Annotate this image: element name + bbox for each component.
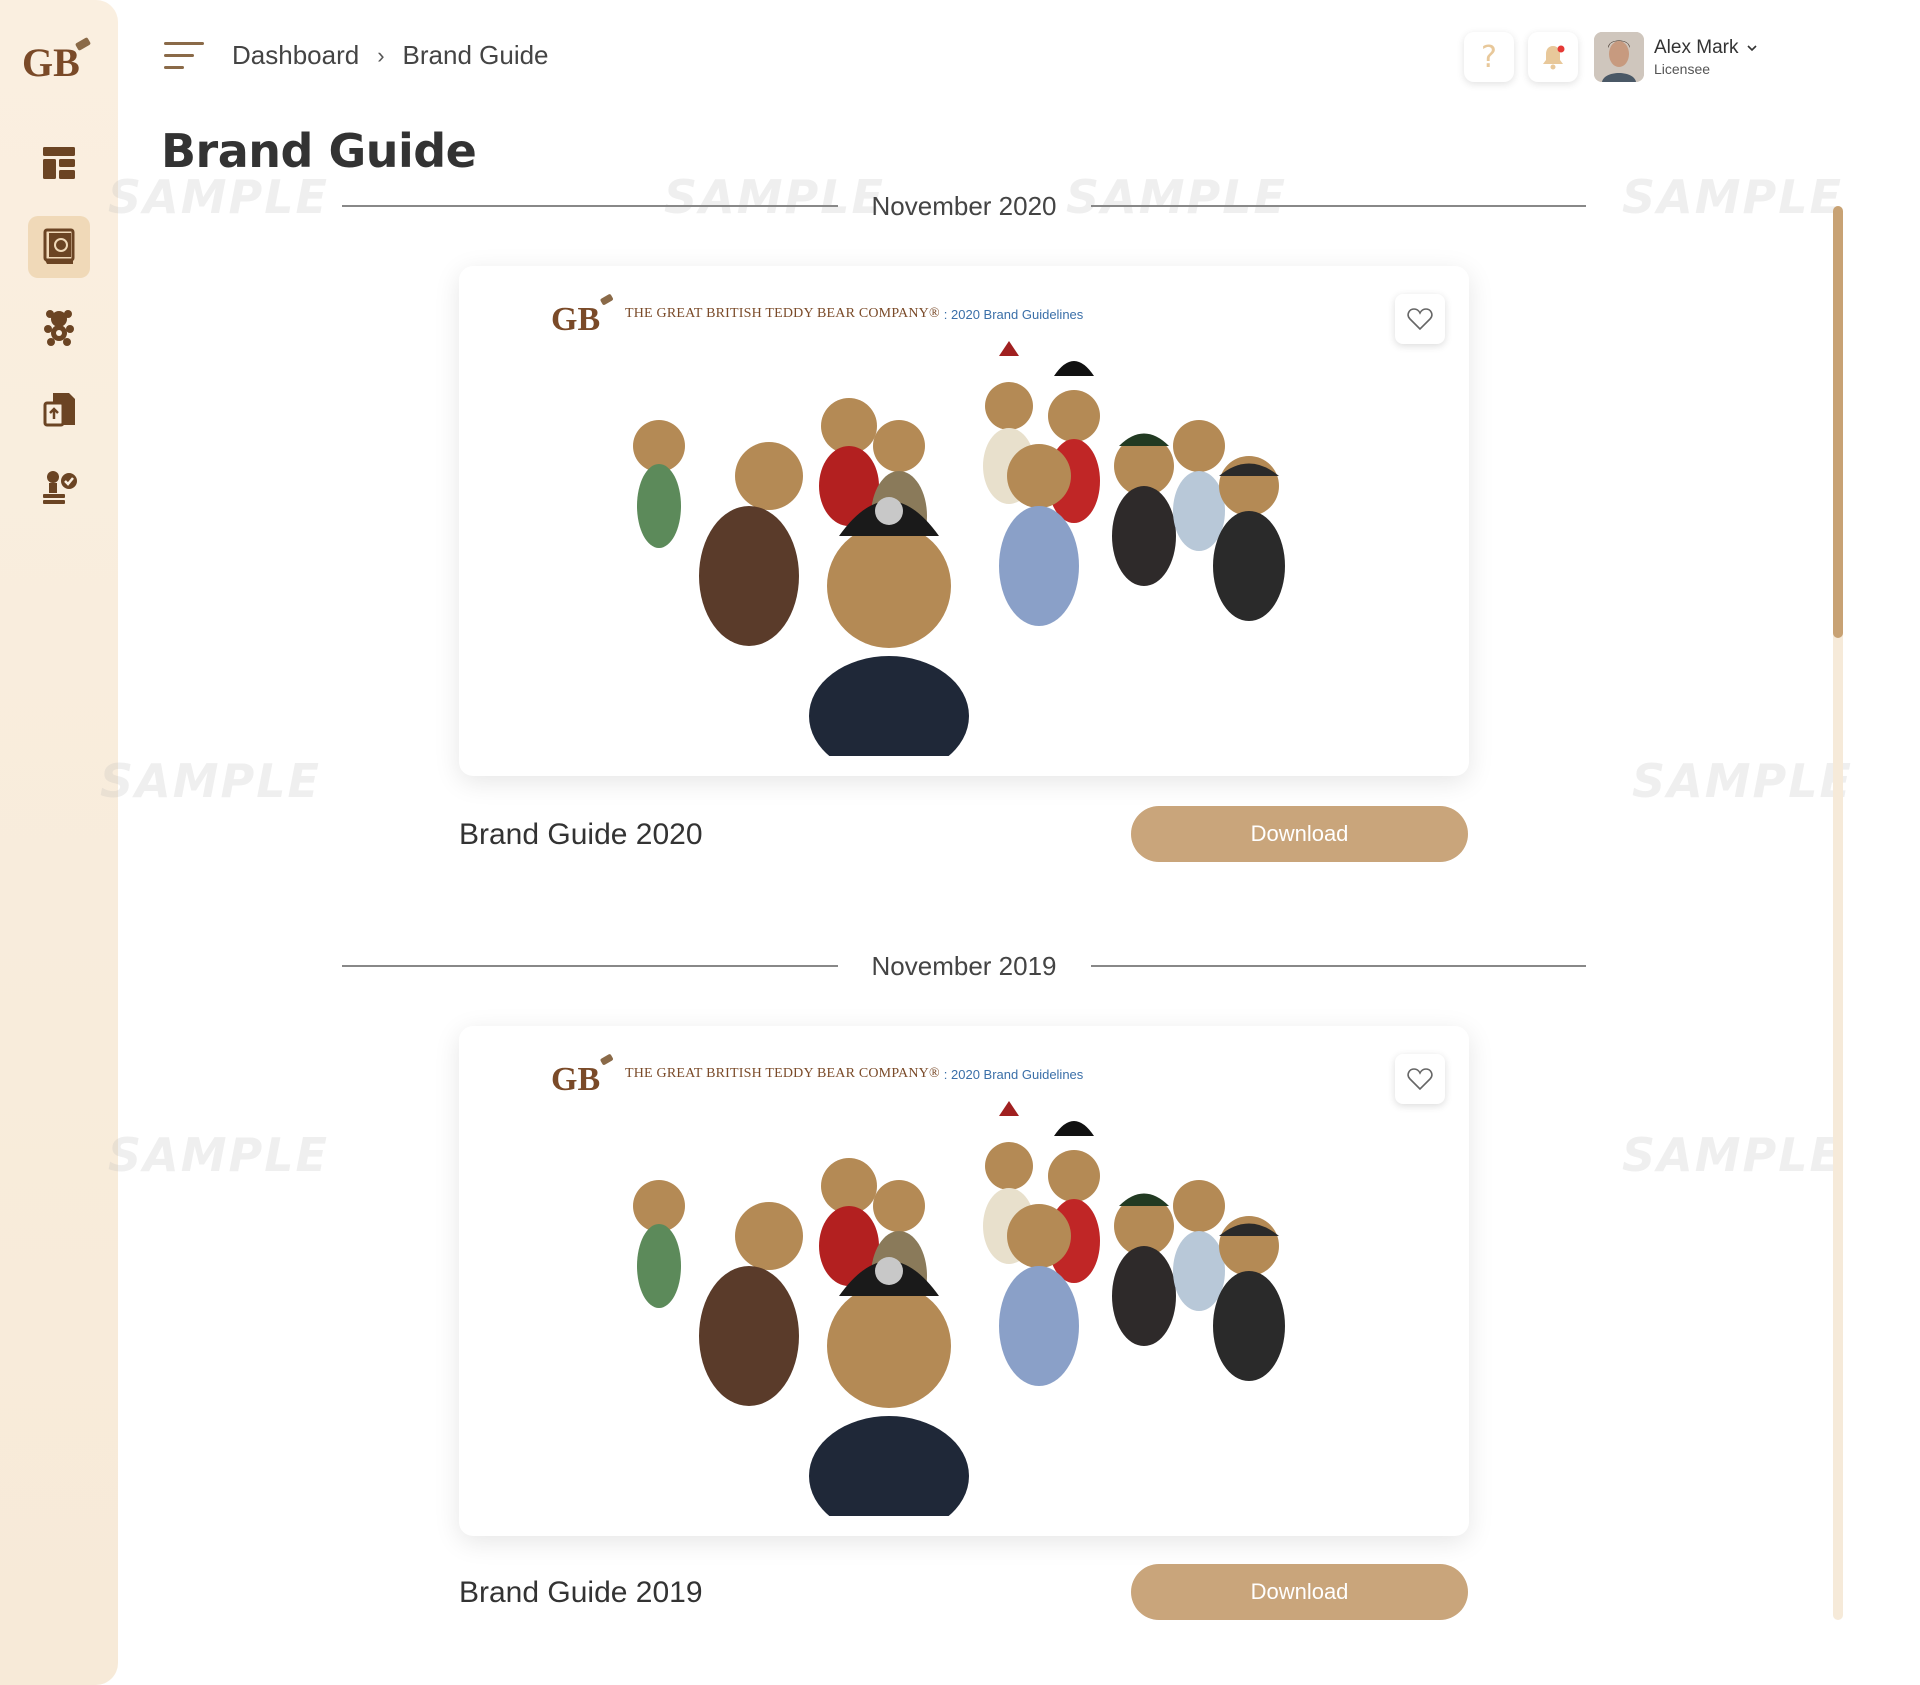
- breadcrumb: Dashboard › Brand Guide: [232, 40, 549, 71]
- user-menu[interactable]: Alex Mark Licensee: [1594, 32, 1758, 82]
- section-date: November 2019: [871, 950, 1057, 981]
- section-date: November 2020: [871, 190, 1057, 221]
- gb-logo: GB: [551, 294, 613, 336]
- divider-line: [1090, 205, 1586, 207]
- breadcrumb-current: Brand Guide: [402, 40, 549, 70]
- date-divider: November 2019: [342, 946, 1586, 986]
- gb-logo: GB: [551, 1054, 613, 1096]
- svg-text:GB: GB: [551, 301, 600, 336]
- company-name: THE GREAT BRITISH TEDDY BEAR COMPANY®: [625, 1066, 940, 1081]
- guide-title: Brand Guide 2020: [459, 818, 703, 851]
- divider-line: [1090, 965, 1586, 967]
- menu-line: [164, 54, 194, 57]
- breadcrumb-separator: ›: [377, 42, 385, 68]
- svg-text:GB: GB: [22, 40, 80, 82]
- favorite-button[interactable]: [1395, 1054, 1445, 1104]
- watermark: SAMPLE: [108, 170, 329, 224]
- menu-line: [164, 42, 204, 45]
- card-header: GB THE GREAT BRITISH TEDDY BEAR COMPANY®…: [551, 1052, 1083, 1096]
- divider-line: [342, 965, 838, 967]
- book-icon: [43, 228, 75, 264]
- divider-line: [342, 205, 838, 207]
- guide-title: Brand Guide 2019: [459, 1576, 703, 1609]
- download-button[interactable]: Download: [1131, 806, 1468, 862]
- menu-toggle-button[interactable]: [164, 40, 206, 72]
- scrollbar-thumb[interactable]: [1833, 206, 1843, 638]
- download-button[interactable]: Download: [1131, 1564, 1468, 1620]
- date-divider: November 2020: [342, 186, 1586, 226]
- sidebar-item-files[interactable]: [28, 378, 90, 440]
- company-name: THE GREAT BRITISH TEDDY BEAR COMPANY®: [625, 306, 940, 321]
- menu-line: [164, 66, 184, 69]
- brand-guide-card[interactable]: GB THE GREAT BRITISH TEDDY BEAR COMPANY®…: [459, 1026, 1469, 1536]
- file-upload-icon: [43, 393, 75, 427]
- heart-icon: [1407, 308, 1433, 331]
- watermark: SAMPLE: [1632, 754, 1853, 808]
- layout-icon: [43, 147, 75, 179]
- watermark: SAMPLE: [1622, 170, 1843, 224]
- heart-icon: [1407, 1068, 1433, 1091]
- favorite-button[interactable]: [1395, 294, 1445, 344]
- sidebar: GB: [0, 0, 118, 1685]
- breadcrumb-dashboard-link[interactable]: Dashboard: [232, 40, 359, 71]
- chevron-down-icon: [1747, 45, 1758, 52]
- watermark: SAMPLE: [100, 754, 321, 808]
- sidebar-item-approvals[interactable]: [28, 456, 90, 518]
- user-name: Alex Mark: [1654, 37, 1739, 58]
- teddy-bears-image: [633, 341, 1285, 756]
- sidebar-item-brand-guide[interactable]: [28, 216, 90, 278]
- question-icon: ?: [1481, 39, 1497, 75]
- card-subtitle: : 2020 Brand Guidelines: [943, 1066, 1084, 1082]
- person-check-icon: [43, 471, 77, 504]
- notifications-button[interactable]: [1528, 32, 1578, 82]
- card-subtitle: : 2020 Brand Guidelines: [943, 306, 1084, 322]
- user-role: Licensee: [1654, 61, 1711, 77]
- scrollbar[interactable]: [1833, 206, 1843, 1620]
- gb-logo[interactable]: GB: [22, 34, 94, 85]
- sidebar-item-products[interactable]: [28, 296, 90, 358]
- watermark: SAMPLE: [1622, 1128, 1843, 1182]
- card-header: GB THE GREAT BRITISH TEDDY BEAR COMPANY®…: [551, 292, 1083, 336]
- teddy-bear-icon: [44, 310, 74, 346]
- avatar: [1594, 32, 1644, 82]
- brand-guide-card[interactable]: GB THE GREAT BRITISH TEDDY BEAR COMPANY®…: [459, 266, 1469, 776]
- page-title: Brand Guide: [161, 124, 477, 178]
- watermark: SAMPLE: [108, 1128, 329, 1182]
- teddy-bears-image: [633, 1101, 1285, 1516]
- help-button[interactable]: ?: [1464, 32, 1514, 82]
- bell-icon: [1543, 45, 1565, 70]
- sidebar-item-dashboard[interactable]: [28, 132, 90, 194]
- svg-text:GB: GB: [551, 1061, 600, 1096]
